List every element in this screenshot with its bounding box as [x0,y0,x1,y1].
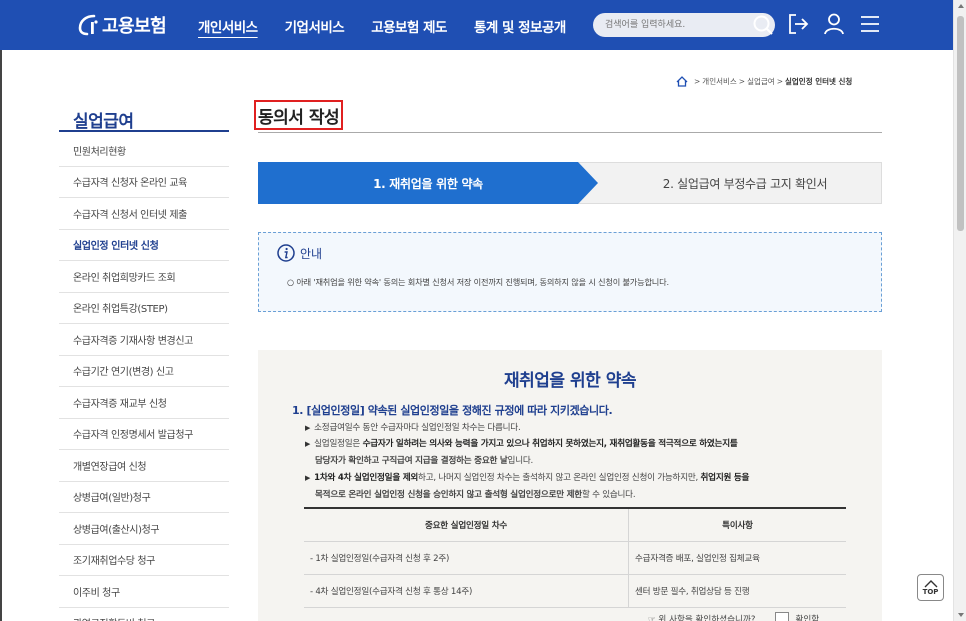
top-navigation-bar: 고용보험 개인서비스 기업서비스 고용보험 제도 통계 및 정보공개 [0,0,953,50]
info-icon [277,244,295,262]
breadcrumb-separator: > [694,77,701,86]
pledge-title: 재취업을 위한 약속 [504,371,636,391]
bullet-text-bold: 목적으로 온라인 실업인정 신청을 승인하지 않고 출석형 실업인정으로만 제한 [315,490,582,500]
page-left-border [0,50,2,621]
logo-mark-icon [78,14,98,36]
sidebar-item[interactable]: 수급자격 인정명세서 발급청구 [59,419,229,450]
bullet-triangle-icon: ▶ [305,424,311,432]
sidebar-title-underline [59,130,229,132]
sidebar-menu: 민원처리현황 수급자격 신청자 온라인 교육 수급자격 신청서 인터넷 제출 실… [59,135,229,621]
sidebar-item[interactable]: 조기재취업수당 청구 [59,545,229,576]
sidebar-item[interactable]: 온라인 취업희망카드 조회 [59,261,229,293]
step-2: 2. 실업급여 부정수급 고지 확인서 [578,162,882,204]
page-title: 동의서 작성 [254,100,344,130]
sidebar-item-active[interactable]: 실업인정 인터넷 신청 [59,230,229,261]
notice-box: 안내 ○ 아래 '재취업을 위한 약속' 동의는 회차별 신청서 저장 이전까지… [258,232,882,312]
breadcrumb-item[interactable]: 개인서비스 [702,76,737,87]
table-cell: - 1차 실업인정일(수급자격 신청 후 2주) [304,542,629,574]
sidebar-item[interactable]: 개별연장급여 신청 [59,450,229,482]
pledge-bullet-continuation: 담당자가 확인하고 구직급여 지급을 결정하는 중요한 날입니다. [315,454,533,466]
bullet-text: 할 수 있습니다. [581,490,636,500]
nav-statistics[interactable]: 통계 및 정보공개 [474,16,566,36]
bullet-text: 소정급여일수 동안 수급자마다 실업인정일 차수는 다릅니다. [314,423,521,433]
scroll-up-icon[interactable] [958,4,964,8]
sidebar-item[interactable]: 온라인 취업특강(STEP) [59,293,229,324]
table-row: - 4차 실업인정일(수급자격 신청 후 통상 14주) 센터 방문 필수, 취… [304,575,846,608]
search-icon[interactable] [752,14,774,36]
search-input[interactable] [605,17,735,33]
search-box [593,13,775,37]
top-button-label: TOP [922,587,939,596]
breadcrumb: > 개인서비스 > 실업급여 > 실업인정 인터넷 신청 [676,76,852,87]
sidebar-item[interactable]: 수급자격증 기재사항 변경신고 [59,324,229,356]
bullet-text: 입니다. [507,456,534,466]
breadcrumb-current: 실업인정 인터넷 신청 [785,77,853,86]
bullet-triangle-icon: ▶ [305,440,311,448]
notice-text: ○ 아래 '재취업을 위한 약속' 동의는 회차별 신청서 저장 이전까지 진행… [287,277,669,287]
menu-icon[interactable] [858,12,882,36]
notice-label: 안내 [300,246,323,261]
scrollbar-thumb[interactable] [957,16,964,231]
confirm-checkbox[interactable] [775,612,790,621]
bullet-text-bold: 수급자가 일하려는 의사와 능력을 가지고 있으나 취업하지 못하였는지, 재취… [362,439,738,449]
sidebar-item[interactable]: 수급자격 신청서 인터넷 제출 [59,198,229,230]
bullet-triangle-icon: ▶ [305,474,311,482]
sidebar-item[interactable]: 수급자격 신청자 온라인 교육 [59,167,229,198]
step-indicator: 2. 실업급여 부정수급 고지 확인서 1. 재취업을 위한 약속 [258,162,882,204]
sidebar-item[interactable]: 광역구직활동비 청구 [59,608,229,621]
step-1-active: 1. 재취업을 위한 약속 [258,162,598,204]
bullet-text-bold: 담당자가 확인하고 구직급여 지급을 결정하는 중요한 날 [315,456,508,466]
important-dates-table: 중요한 실업인정일 차수 특이사항 - 1차 실업인정일(수급자격 신청 후 2… [304,507,846,608]
pledge-heading: 1. [실업인정일] 약속된 실업인정일을 정해진 규정에 따라 지키겠습니다. [292,404,613,417]
breadcrumb-separator: > [776,77,783,86]
main-nav: 개인서비스 기업서비스 고용보험 제도 통계 및 정보공개 [198,16,593,36]
login-icon[interactable] [786,12,810,36]
site-logo[interactable]: 고용보험 [76,12,167,38]
logo-text: 고용보험 [102,16,167,37]
scroll-to-top-button[interactable]: TOP [917,574,944,601]
pledge-panel: 재취업을 위한 약속 1. [실업인정일] 약속된 실업인정일을 정해진 규정에… [258,350,882,621]
sidebar-item[interactable]: 민원처리현황 [59,135,229,167]
bullet-text-bold: 취업지원 등을 [700,473,750,483]
pledge-bullet: ▶ 실업일정일은 수급자가 일하려는 의사와 능력을 가지고 있으나 취업하지 못… [305,437,738,449]
user-icon[interactable] [822,12,846,36]
nav-personal-services[interactable]: 개인서비스 [198,16,258,36]
nav-business-services[interactable]: 기업서비스 [285,16,345,36]
table-header-cell: 중요한 실업인정일 차수 [304,509,629,541]
pledge-bullet-continuation: 목적으로 온라인 실업인정 신청을 승인하지 않고 출석형 실업인정으로만 제한… [315,488,636,500]
sidebar-item[interactable]: 상병급여(일반)청구 [59,482,229,513]
table-header-row: 중요한 실업인정일 차수 특이사항 [304,509,846,542]
pledge-bullet: ▶ 소정급여일수 동안 수급자마다 실업인정일 차수는 다릅니다. [305,421,521,433]
home-icon[interactable] [676,76,688,87]
confirm-label[interactable]: 확인함 [795,613,819,621]
bullet-text: 하고, 나머지 실업인정 차수는 출석하지 않고 온라인 실업인정 신청이 가능… [418,473,701,483]
sidebar-item[interactable]: 수급자격증 재교부 신청 [59,387,229,419]
notice-header: 안내 [277,244,322,262]
bullet-text-bold: 1차와 4차 실업인정일을 제외 [314,473,419,483]
nav-insurance-system[interactable]: 고용보험 제도 [371,16,447,36]
sidebar-item[interactable]: 이주비 청구 [59,576,229,608]
title-divider [258,132,882,133]
bullet-text: 실업일정일은 [314,439,363,449]
breadcrumb-item[interactable]: 실업급여 [747,76,775,87]
table-row: - 1차 실업인정일(수급자격 신청 후 2주) 수급자격증 배포, 실업인정 … [304,542,846,575]
table-cell: 수급자격증 배포, 실업인정 집체교육 [635,554,760,564]
table-cell: - 4차 실업인정일(수급자격 신청 후 통상 14주) [304,575,629,607]
scroll-down-icon[interactable] [958,613,964,617]
table-header-cell: 특이사항 [722,521,753,531]
sidebar-item[interactable]: 수급기간 연기(변경) 신고 [59,356,229,387]
chevron-up-icon [924,579,937,587]
table-cell: 센터 방문 필수, 취업상담 등 진행 [635,587,750,597]
confirm-question: ☞ 위 사항을 확인하셨습니까? [648,615,756,621]
confirm-row: ☞ 위 사항을 확인하셨습니까? 확인함 [648,612,819,621]
pledge-bullet: ▶ 1차와 4차 실업인정일을 제외하고, 나머지 실업인정 차수는 출석하지 않… [305,471,749,483]
breadcrumb-separator: > [738,77,746,86]
sidebar-item[interactable]: 상병급여(출산시)청구 [59,513,229,545]
sidebar-title: 실업급여 [73,112,134,132]
vertical-scrollbar[interactable] [953,0,966,621]
